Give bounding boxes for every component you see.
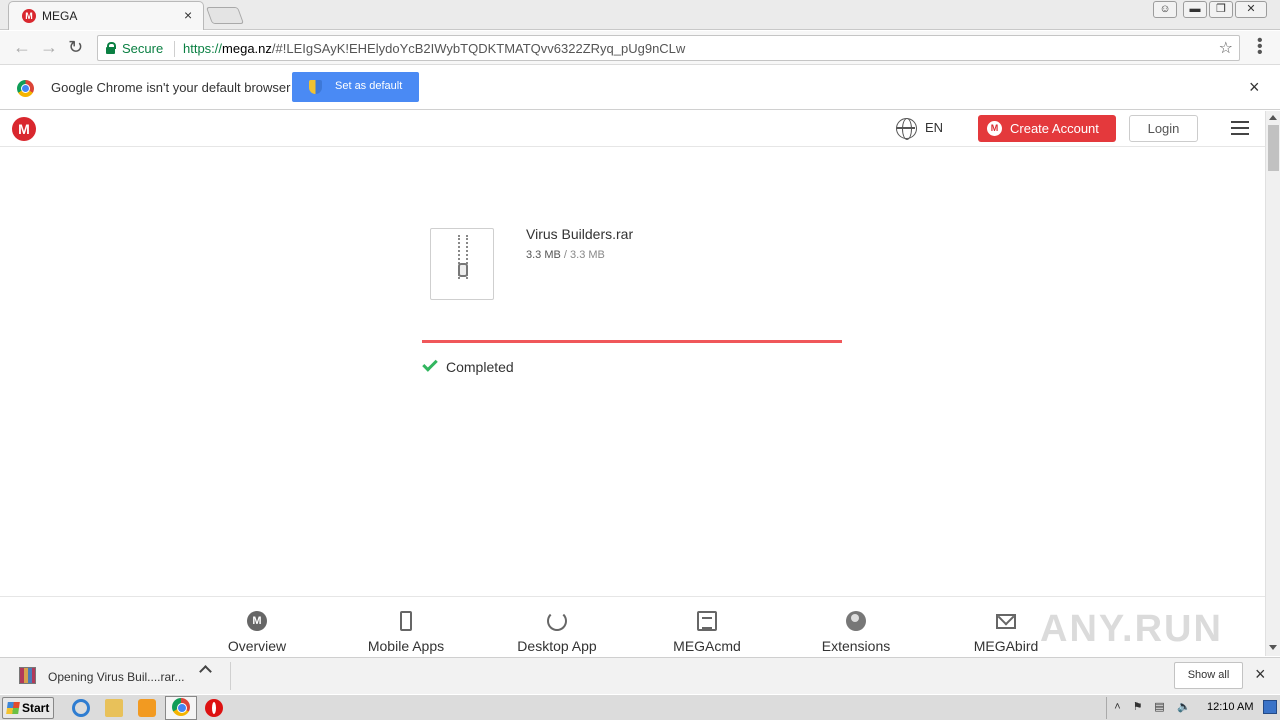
mobile-icon [400,611,412,631]
bookmark-star-icon[interactable]: ☆ [1219,38,1233,58]
opera-icon[interactable] [205,699,223,717]
download-progress-fill [422,340,842,343]
chrome-logo-icon [17,80,34,97]
footer-label: Overview [227,638,287,654]
total-size: 3.3 MB [570,249,605,261]
mega-small-logo-icon: M [987,121,1002,136]
tab-close-icon[interactable]: × [184,7,192,23]
browser-menu-icon[interactable]: • • • [1257,33,1263,61]
footer-label: Desktop App [517,638,597,654]
download-item-name[interactable]: Opening Virus Buil....rar... [48,670,185,684]
new-tab-button[interactable] [205,7,245,24]
start-button[interactable]: Start [2,697,54,719]
reload-icon[interactable]: ↻ [68,37,83,58]
show-desktop-icon[interactable] [1263,700,1277,714]
mega-page: M EN M Create Account Login Virus Builde… [0,111,1265,656]
action-center-flag-icon[interactable]: ⚑ [1131,701,1144,714]
default-browser-infobar: Google Chrome isn't your default browser… [0,66,1280,110]
download-progress-bar [422,340,842,343]
windows-taskbar: Start ˄ ⚑ ▤ 🔈 12:10 AM [0,694,1280,720]
rar-archive-icon [19,667,36,684]
tray-expand-icon[interactable]: ˄ [1111,701,1124,714]
zipper-pull-icon [458,263,468,277]
set-as-default-button[interactable]: Set as default [292,72,419,102]
chevron-up-icon[interactable] [199,665,212,678]
mail-icon [996,614,1016,629]
shelf-close-icon[interactable]: × [1255,664,1266,685]
downloaded-size: 3.3 MB [526,249,561,261]
minimize-icon[interactable]: ▬ [1183,1,1207,18]
tab-mega[interactable]: M MEGA × [8,1,204,30]
footer-label: MEGAcmd [673,638,741,654]
create-account-label: Create Account [1010,121,1099,136]
internet-explorer-icon[interactable] [72,699,90,717]
anyrun-watermark: ANY.RUN [1040,608,1223,650]
footer-item-desktop-app[interactable]: Desktop App [497,597,617,657]
media-player-icon[interactable] [138,699,156,717]
footer-item-extensions[interactable]: Extensions [796,597,916,657]
browser-titlebar: M MEGA × ☺ ▬ ❐ ✕ [0,0,1280,30]
network-icon[interactable]: ▤ [1153,701,1166,714]
file-name: Virus Builders.rar [526,226,634,242]
file-explorer-icon[interactable] [105,699,123,717]
footer-label: Mobile Apps [367,638,445,654]
chrome-taskbar-icon[interactable] [172,698,190,716]
shelf-divider [230,662,231,690]
infobar-message: Google Chrome isn't your default browser [51,80,291,95]
footer-item-megacmd[interactable]: MEGAcmd [647,597,767,657]
url-path: /#!LEIgSAyK!EHElydoYcB2IWybTQDKTMATQvv63… [271,41,686,56]
checkmark-icon [422,356,438,372]
terminal-icon [697,611,717,631]
size-separator: / [563,249,567,261]
profile-icon[interactable]: ☺ [1153,1,1177,18]
mega-favicon-icon: M [22,9,36,23]
url-text: https://mega.nz/#!LEIgSAyK!EHElydoYcB2IW… [183,41,685,56]
file-size: 3.3 MB / 3.3 MB [526,249,605,261]
back-arrow-icon[interactable]: ← [13,37,31,58]
create-account-button[interactable]: M Create Account [978,115,1116,142]
globe-icon [846,611,866,631]
infobar-close-icon[interactable]: × [1249,77,1260,98]
tab-title: MEGA [42,9,78,23]
omnibox-divider [174,41,175,57]
scroll-down-arrow-icon[interactable] [1269,645,1277,650]
mega-logo[interactable]: M [12,117,36,141]
lock-icon [106,42,116,54]
taskbar-clock[interactable]: 12:10 AM [1207,701,1253,713]
url-host: mega.nz [222,41,272,56]
hamburger-menu-icon[interactable] [1231,121,1249,135]
url-scheme: https:// [183,41,223,56]
close-window-icon[interactable]: ✕ [1235,1,1267,18]
language-selector[interactable]: EN [925,120,943,135]
address-bar[interactable]: Secure https://mega.nz/#!LEIgSAyK!EHElyd… [97,35,1240,61]
download-status: Completed [446,359,514,375]
footer-item-overview[interactable]: M Overview [197,597,317,657]
system-tray: ˄ ⚑ ▤ 🔈 12:10 AM [1106,697,1280,719]
uac-shield-icon [309,80,322,94]
volume-icon[interactable]: 🔈 [1177,701,1191,714]
sync-icon [547,611,567,631]
footer-label: Extensions [821,638,891,654]
set-as-default-label: Set as default [335,80,403,92]
archive-file-icon [430,228,494,300]
globe-icon[interactable] [896,118,917,140]
download-shelf: Opening Virus Buil....rar... Show all × [0,657,1280,694]
secure-label: Secure [122,41,164,56]
scroll-thumb[interactable] [1268,125,1279,171]
login-button[interactable]: Login [1129,115,1198,142]
footer-item-mobile-apps[interactable]: Mobile Apps [346,597,466,657]
mega-header: M EN M Create Account Login [0,111,1265,147]
start-label: Start [22,701,50,715]
scroll-up-arrow-icon[interactable] [1269,115,1277,120]
browser-toolbar: ← → ↻ Secure https://mega.nz/#!LEIgSAyK!… [0,31,1280,65]
mega-circle-icon: M [247,611,267,631]
page-scrollbar[interactable] [1265,111,1280,656]
windows-flag-icon [6,702,20,714]
show-all-button[interactable]: Show all [1174,662,1243,689]
restore-icon[interactable]: ❐ [1209,1,1233,18]
forward-arrow-icon[interactable]: → [40,37,58,58]
